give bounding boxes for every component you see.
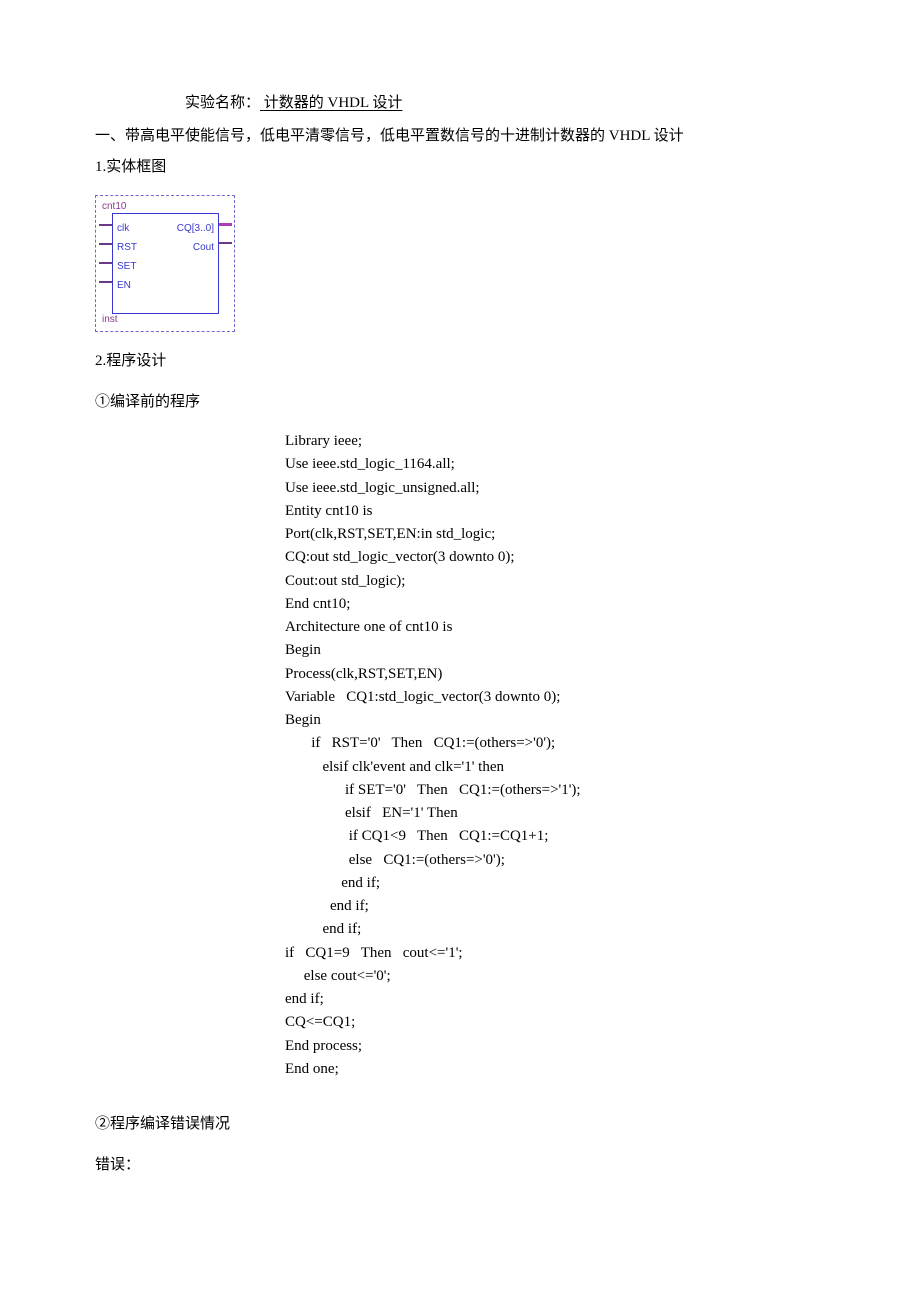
title-main: 计数器的 VHDL 设计 [264,95,403,111]
title-prefix: 实验名称： [185,95,260,111]
pin-line-rst [99,243,112,245]
pin-cq: CQ[3..0] [177,220,214,238]
pin-line-cq [219,223,232,226]
title-underline: 计数器的 VHDL 设计 [260,95,402,111]
experiment-title: 实验名称： 计数器的 VHDL 设计 [95,90,825,117]
pin-en: EN [117,277,131,295]
schematic-outer-box: cnt10 inst clk RST SET EN CQ[3..0] Cout [95,195,235,332]
pin-line-en [99,281,112,283]
error-label: 错误： [95,1152,825,1179]
entity-schematic: cnt10 inst clk RST SET EN CQ[3..0] Cout [95,195,235,332]
subsection-1-2: 2.程序设计 [95,348,825,375]
subsection-1-2-1: ①编译前的程序 [95,389,825,416]
pin-rst: RST [117,239,137,257]
pin-clk: clk [117,220,129,238]
pin-line-clk [99,224,112,226]
pin-line-set [99,262,112,264]
subsection-1-1: 1.实体框图 [95,154,825,181]
section-1-heading: 一、带高电平使能信号，低电平清零信号，低电平置数信号的十进制计数器的 VHDL … [95,123,825,150]
pin-line-cout [219,242,232,244]
subsection-1-2-2: ②程序编译错误情况 [95,1111,825,1138]
vhdl-code-block: Library ieee; Use ieee.std_logic_1164.al… [285,430,825,1081]
schematic-inner-box: clk RST SET EN CQ[3..0] Cout [112,213,219,314]
pin-cout: Cout [193,239,214,257]
pin-set: SET [117,258,136,276]
